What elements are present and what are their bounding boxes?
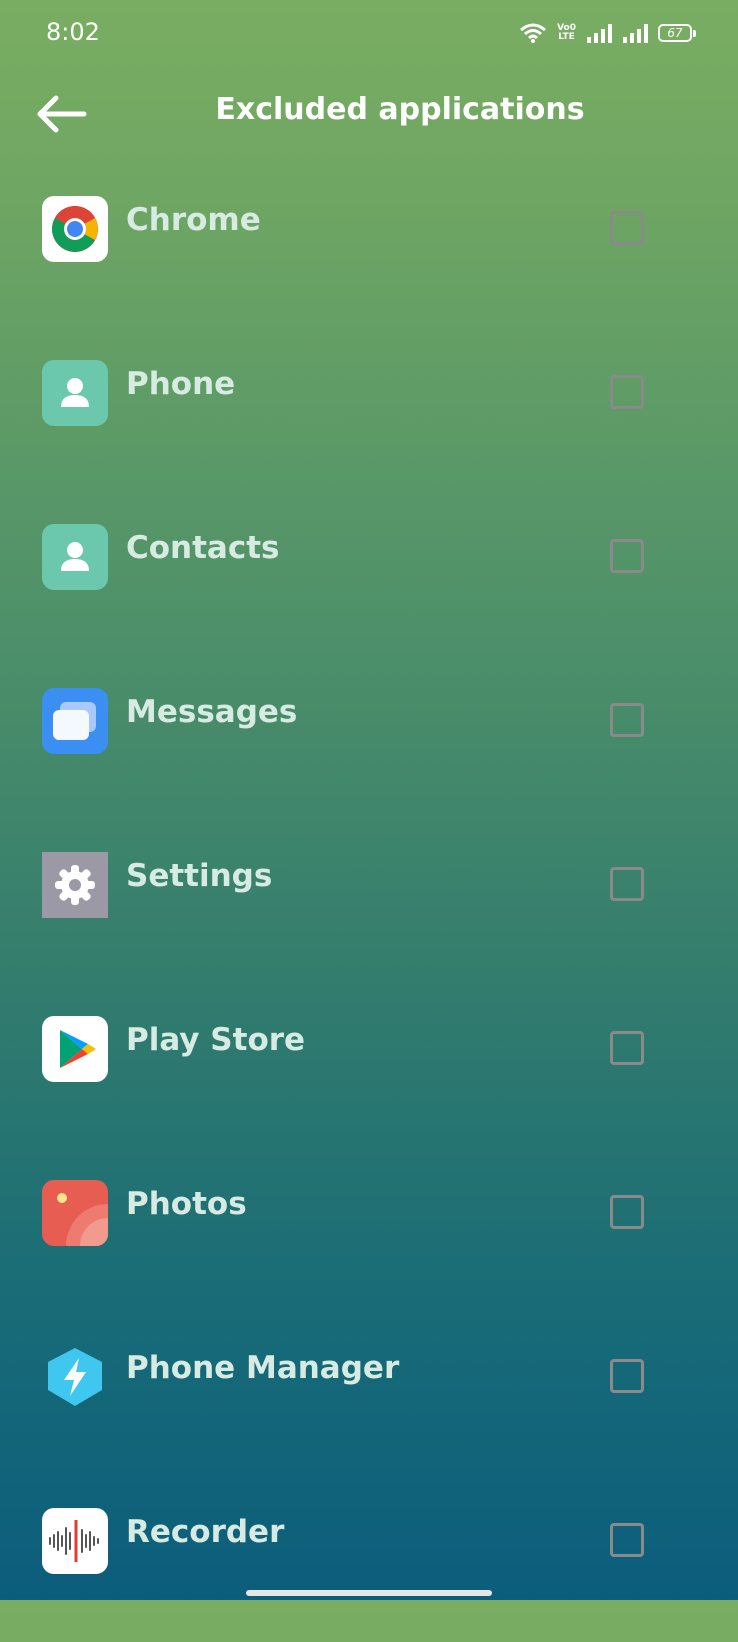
list-item[interactable]: Chrome	[0, 166, 738, 330]
exclude-checkbox[interactable]	[610, 1359, 644, 1393]
list-item[interactable]: Recorder	[0, 1478, 738, 1642]
home-indicator[interactable]	[246, 1590, 492, 1596]
exclude-checkbox[interactable]	[610, 1195, 644, 1229]
chrome-icon	[42, 196, 108, 262]
phone-app-icon	[42, 360, 108, 426]
signal-icon-2	[623, 24, 648, 43]
list-item[interactable]: Settings	[0, 822, 738, 986]
list-item[interactable]: Phone	[0, 330, 738, 494]
app-label: Photos	[126, 1186, 247, 1222]
phone-manager-icon	[42, 1344, 108, 1410]
list-item[interactable]: Contacts	[0, 494, 738, 658]
list-item[interactable]: Messages	[0, 658, 738, 822]
signal-icon-1	[587, 24, 612, 43]
app-label: Chrome	[126, 202, 261, 238]
app-header: Excluded applications	[0, 78, 738, 148]
play-store-icon	[42, 1016, 108, 1082]
exclude-checkbox[interactable]	[610, 211, 644, 245]
app-label: Recorder	[126, 1514, 285, 1550]
app-label: Phone Manager	[126, 1350, 400, 1386]
battery-icon: 67	[658, 24, 696, 42]
contacts-app-icon	[42, 524, 108, 590]
app-label: Contacts	[126, 530, 280, 566]
app-label: Messages	[126, 694, 298, 730]
list-item[interactable]: Photos	[0, 1150, 738, 1314]
excluded-apps-list: Chrome Phone Contacts Messages Settings …	[0, 166, 738, 1642]
exclude-checkbox[interactable]	[610, 1523, 644, 1557]
volte-bottom-label: LTE	[558, 32, 575, 42]
battery-level: 67	[667, 26, 683, 40]
list-item[interactable]: Phone Manager	[0, 1314, 738, 1478]
settings-app-icon	[42, 852, 108, 918]
exclude-checkbox[interactable]	[610, 375, 644, 409]
status-bar: 8:02 Vo0 LTE 67	[0, 0, 738, 66]
messages-app-icon	[42, 688, 108, 754]
status-icons: Vo0 LTE 67	[519, 20, 696, 46]
app-label: Play Store	[126, 1022, 306, 1058]
page-title: Excluded applications	[215, 92, 585, 127]
exclude-checkbox[interactable]	[610, 1031, 644, 1065]
exclude-checkbox[interactable]	[610, 539, 644, 573]
app-label: Phone	[126, 366, 236, 402]
recorder-app-icon	[42, 1508, 108, 1574]
photos-app-icon	[42, 1180, 108, 1246]
wifi-icon	[520, 23, 547, 43]
exclude-checkbox[interactable]	[610, 867, 644, 901]
app-label: Settings	[126, 858, 273, 894]
status-time: 8:02	[46, 18, 100, 46]
list-item[interactable]: Play Store	[0, 986, 738, 1150]
exclude-checkbox[interactable]	[610, 703, 644, 737]
volte-icon: Vo0 LTE	[557, 24, 576, 42]
